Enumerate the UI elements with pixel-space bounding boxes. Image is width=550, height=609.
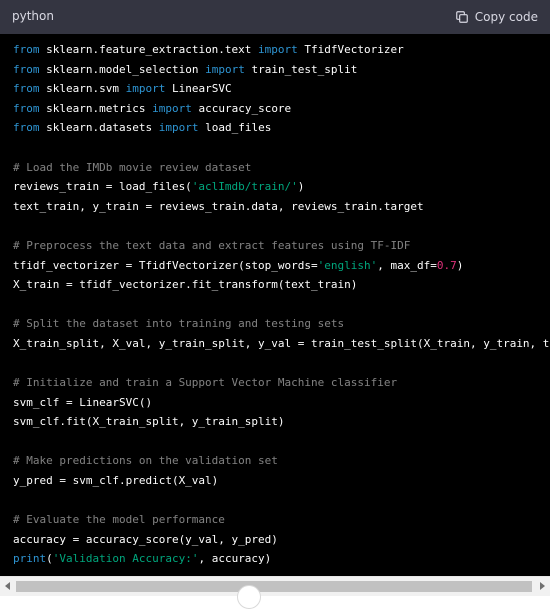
code-token: import <box>205 62 245 76</box>
code-token: accuracy_score <box>191 101 292 115</box>
code-token: # Split the dataset into training and te… <box>13 317 345 331</box>
code-token: text_train, y_train = reviews_train.data… <box>13 199 424 213</box>
code-line: print('Validation Accuracy:', accuracy) <box>13 552 271 565</box>
horizontal-scrollbar[interactable] <box>0 576 550 596</box>
code-token: y_pred = svm_clf.predict(X_val) <box>13 474 219 488</box>
language-label: python <box>12 9 54 23</box>
code-line: tfidf_vectorizer = TfidfVectorizer(stop_… <box>13 259 463 272</box>
code-line: # Load the IMDb movie review dataset <box>13 161 251 174</box>
code-line: accuracy = accuracy_score(y_val, y_pred) <box>13 533 278 546</box>
scroll-left-arrow-icon[interactable] <box>5 582 10 590</box>
code-line: svm_clf = LinearSVC() <box>13 396 152 409</box>
code-token: from <box>13 121 40 135</box>
code-line: from sklearn.model_selection import trai… <box>13 63 357 76</box>
code-line: X_train_split, X_val, y_train_split, y_v… <box>13 337 550 350</box>
code-line: # Split the dataset into training and te… <box>13 317 344 330</box>
code-token: import <box>152 101 192 115</box>
code-line: from sklearn.svm import LinearSVC <box>13 82 232 95</box>
code-text: from sklearn.feature_extraction.text imp… <box>13 40 550 569</box>
code-line: # Make predictions on the validation set <box>13 454 278 467</box>
code-token: from <box>13 43 40 56</box>
code-line: # Preprocess the text data and extract f… <box>13 239 410 252</box>
scroll-to-bottom-button[interactable] <box>237 585 261 609</box>
code-token: ( <box>46 552 53 566</box>
code-token: # Preprocess the text data and extract f… <box>13 238 411 252</box>
code-token: ) <box>456 258 464 272</box>
code-token: tfidf_vectorizer = TfidfVectorizer(stop_… <box>13 258 318 272</box>
code-token: from <box>13 101 40 115</box>
code-line: # Evaluate the model performance <box>13 513 225 526</box>
code-token: import <box>258 43 298 56</box>
code-token: TfidfVectorizer <box>297 43 404 56</box>
code-token: # Load the IMDb movie review dataset <box>13 160 252 174</box>
code-line: X_train = tfidf_vectorizer.fit_transform… <box>13 278 357 291</box>
code-line: y_pred = svm_clf.predict(X_val) <box>13 474 218 487</box>
copy-code-label: Copy code <box>474 10 538 24</box>
code-token: import <box>158 121 199 135</box>
code-token: 'aclImdb/train/' <box>191 180 298 194</box>
code-token: 0.7 <box>436 258 457 272</box>
clipboard-icon <box>455 11 468 23</box>
code-line: from sklearn.datasets import load_files <box>13 121 271 134</box>
code-token: sklearn.model_selection <box>39 62 206 76</box>
code-block-header: python Copy code <box>0 0 550 34</box>
code-token: 'Validation Accuracy:' <box>52 552 199 566</box>
code-token: from <box>13 62 40 76</box>
code-token: train_test_split <box>244 62 358 76</box>
code-area[interactable]: from sklearn.feature_extraction.text imp… <box>0 34 550 576</box>
code-token: svm_clf = LinearSVC() <box>13 395 153 409</box>
scrollbar-thumb[interactable] <box>16 581 532 592</box>
code-token: reviews_train = load_files( <box>13 180 192 194</box>
code-token: sklearn.feature_extraction.text <box>39 43 259 56</box>
code-line: from sklearn.feature_extraction.text imp… <box>13 43 404 56</box>
code-token: ) <box>297 180 305 194</box>
code-token: # Make predictions on the validation set <box>13 454 278 468</box>
code-token: , accuracy) <box>198 552 272 566</box>
code-token: import <box>125 82 166 96</box>
code-token: LinearSVC <box>165 82 232 96</box>
code-token: print <box>13 552 47 566</box>
code-line: # Initialize and train a Support Vector … <box>13 376 397 389</box>
code-token: , max_df= <box>377 258 437 272</box>
code-token: sklearn.svm <box>39 82 126 96</box>
code-line: from sklearn.metrics import accuracy_sco… <box>13 102 291 115</box>
code-token: load_files <box>198 121 272 135</box>
code-token: accuracy = accuracy_score(y_val, y_pred) <box>13 532 278 546</box>
code-token: X_train = tfidf_vectorizer.fit_transform… <box>13 278 358 292</box>
code-token: svm_clf.fit(X_train_split, y_train_split… <box>13 415 285 429</box>
code-line: svm_clf.fit(X_train_split, y_train_split… <box>13 415 285 428</box>
code-line: reviews_train = load_files('aclImdb/trai… <box>13 180 304 193</box>
code-token: sklearn.datasets <box>39 121 159 135</box>
code-token: # Evaluate the model performance <box>13 513 225 527</box>
code-block: python Copy code from sklearn.feature_ex… <box>0 0 550 609</box>
code-token: 'english' <box>317 258 378 272</box>
copy-code-button[interactable]: Copy code <box>455 7 538 27</box>
code-token: from <box>13 82 40 96</box>
code-token: sklearn.metrics <box>39 101 153 115</box>
code-token: X_train_split, X_val, y_train_split, y_v… <box>13 336 550 350</box>
code-token: # Initialize and train a Support Vector … <box>13 376 398 390</box>
scroll-right-arrow-icon[interactable] <box>540 582 545 590</box>
code-line: text_train, y_train = reviews_train.data… <box>13 200 424 213</box>
